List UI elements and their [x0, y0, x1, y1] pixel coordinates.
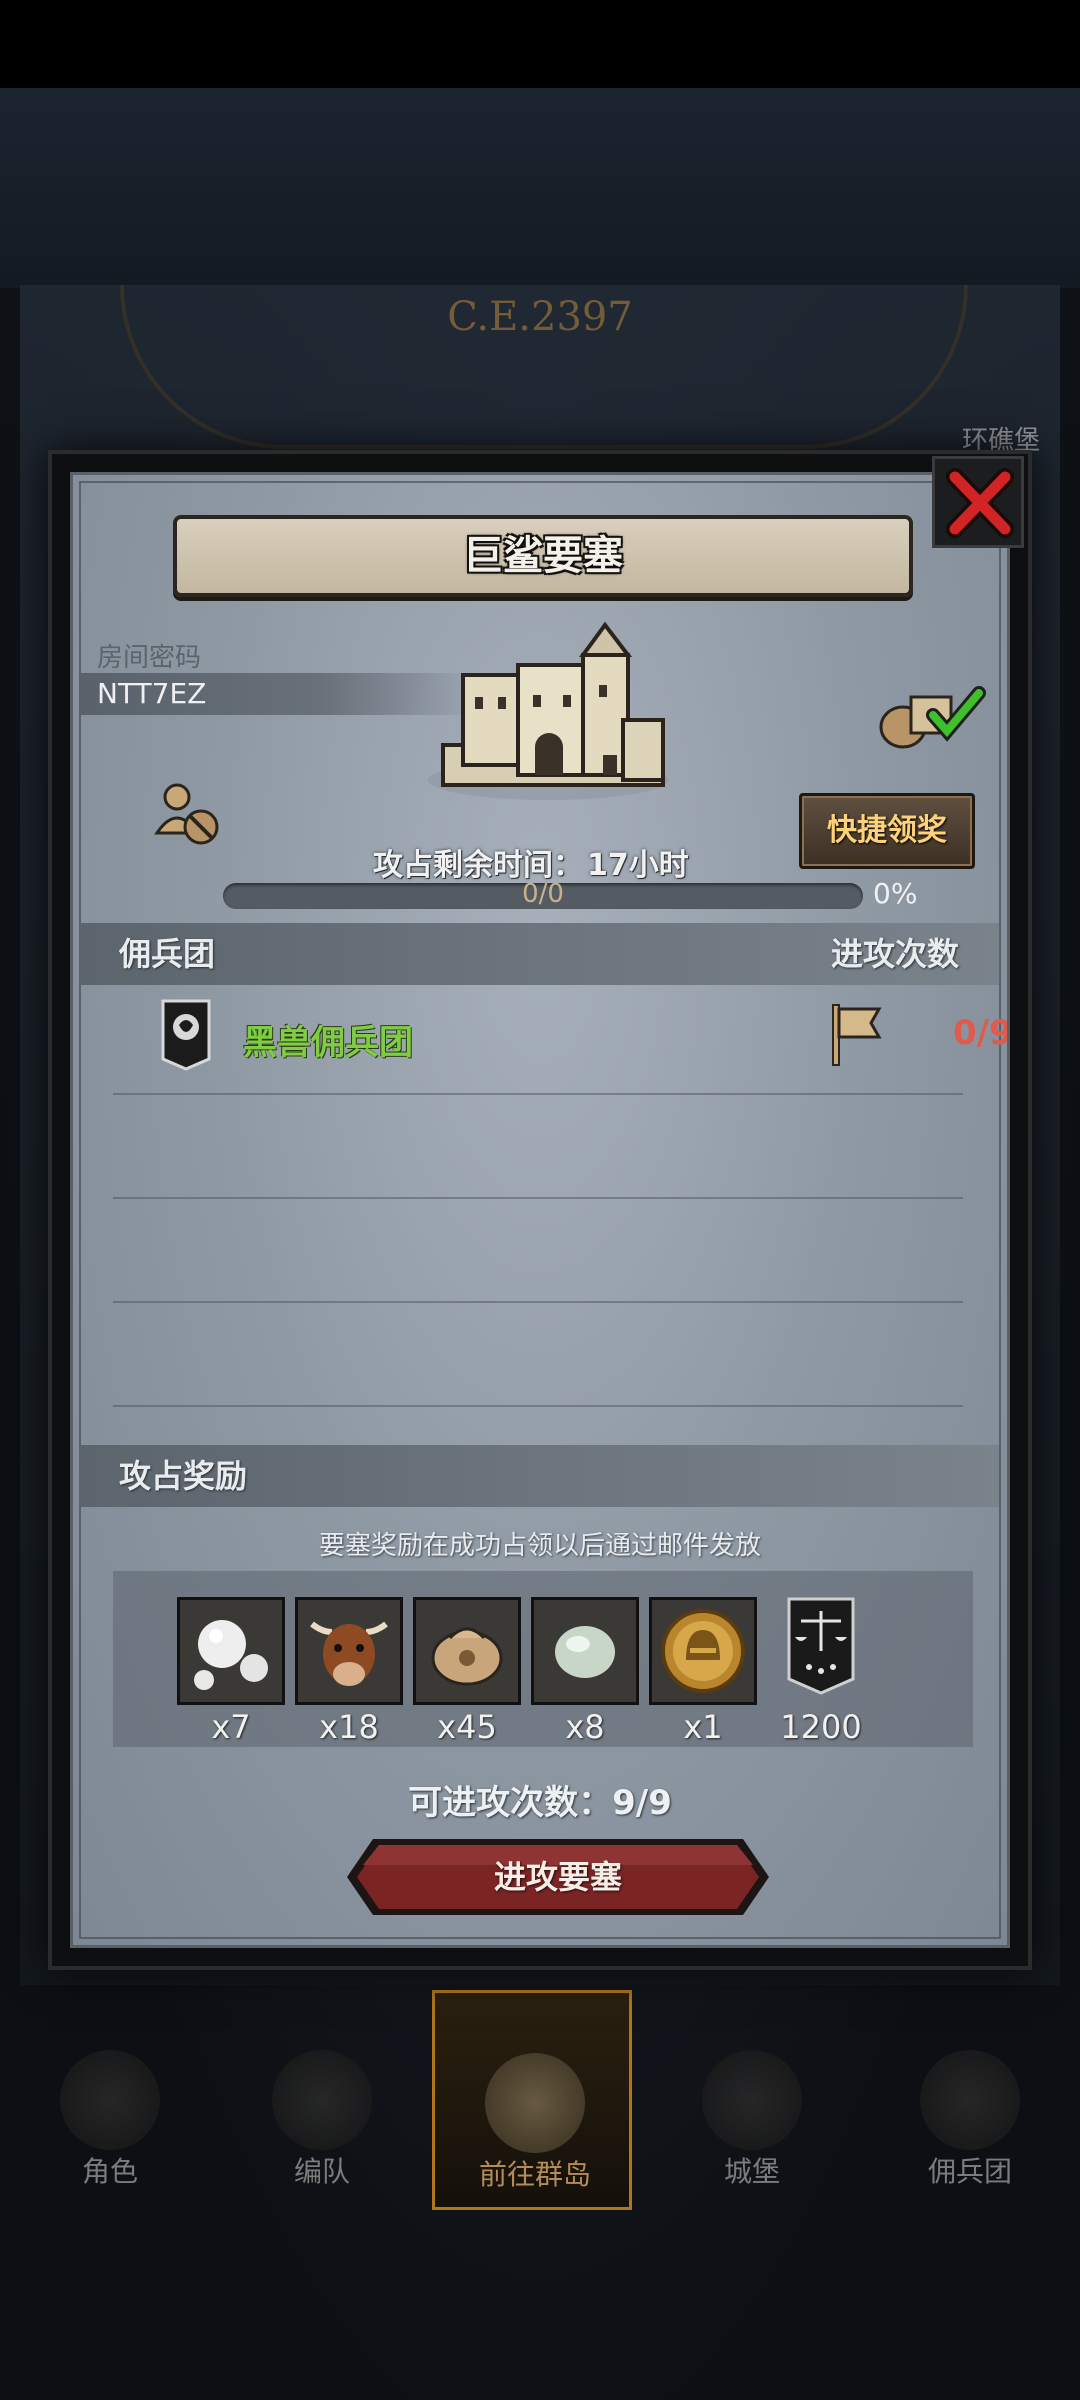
nav-item-formation[interactable]: 编队	[222, 1990, 422, 2210]
quick-claim-label: 快捷领奖	[827, 813, 947, 848]
quick-claim-button[interactable]: 快捷领奖	[799, 793, 975, 869]
rewards-note: 要塞奖励在成功占领以后通过邮件发放	[318, 1531, 761, 1561]
nav-item-mercenary[interactable]: 佣兵团	[870, 1990, 1070, 2210]
row-divider	[113, 1301, 963, 1303]
reward-qty: x1	[683, 1708, 723, 1746]
rewards-list: x7 x18 x45 x8 x1 1200	[113, 1571, 973, 1747]
close-button[interactable]	[932, 456, 1024, 548]
attack-count-header: 进攻次数	[830, 935, 959, 973]
fortress-icon	[428, 621, 668, 800]
attacks-available: 可进攻次数：9/9	[408, 1783, 672, 1823]
castle-nav-icon	[702, 2050, 802, 2150]
row-divider	[113, 1093, 963, 1095]
justice-banner-icon	[787, 1597, 855, 1695]
reward-claimed-icon[interactable]	[873, 675, 993, 755]
mercenary-section-title: 佣兵团	[119, 935, 216, 973]
mercenary-attack-count: 0/9	[953, 1013, 1010, 1053]
mercenary-section-header: 佣兵团 进攻次数	[79, 923, 999, 985]
capture-time-remaining: 攻占剩余时间： 17小时	[373, 840, 689, 884]
progress-text: 0/0	[522, 879, 564, 909]
reward-qty: 1200	[780, 1708, 862, 1746]
room-code-label: 房间密码	[97, 643, 202, 673]
attack-button-label: 进攻要塞	[493, 1858, 622, 1896]
mercenary-emblem-icon	[161, 999, 211, 1071]
dialog-title: 巨鲨要塞	[463, 533, 623, 579]
row-divider	[113, 1197, 963, 1199]
mercenary-nav-icon	[920, 2050, 1020, 2150]
sack-icon	[416, 1600, 518, 1702]
era-label: C.E.2397	[447, 294, 633, 340]
reward-slot	[649, 1597, 757, 1705]
time-left-label: 攻占剩余时间：	[373, 848, 583, 883]
reward-qty: x7	[211, 1708, 251, 1746]
pearl-icon	[180, 1600, 282, 1702]
bottom-nav: 角色 编队 前往群岛 城堡 佣兵团	[0, 1990, 1080, 2210]
nav-label: 角色	[81, 2155, 138, 2188]
nav-item-castle[interactable]: 城堡	[652, 1990, 852, 2210]
reward-slot	[767, 1597, 875, 1705]
title-banner: 巨鲨要塞	[173, 515, 913, 597]
nav-item-character[interactable]: 角色	[10, 1990, 210, 2210]
reward-qty: x18	[319, 1708, 379, 1746]
capture-progress-bar: 0/0	[223, 879, 863, 909]
dialog-body: 巨鲨要塞 房间密码 NTT7EZ 快捷领奖 攻占剩余时间： 17小时 0/0 0…	[70, 472, 1010, 1948]
reward-slot	[413, 1597, 521, 1705]
attack-fortress-button[interactable]: 进攻要塞	[343, 1835, 773, 1919]
reward-qty: x8	[565, 1708, 605, 1746]
row-divider	[113, 1405, 963, 1407]
rewards-section-header: 攻占奖励	[79, 1445, 999, 1507]
mercenary-row[interactable]: 黑兽佣兵团 0/9	[113, 993, 1007, 1089]
time-left-value: 17小时	[587, 848, 689, 883]
stone-icon	[534, 1600, 636, 1702]
reward-slot	[177, 1597, 285, 1705]
no-player-icon[interactable]	[149, 775, 229, 855]
reward-item-pearl[interactable]: x7	[177, 1597, 285, 1749]
fortress-dialog: 巨鲨要塞 房间密码 NTT7EZ 快捷领奖 攻占剩余时间： 17小时 0/0 0…	[48, 450, 1032, 1970]
ox-icon	[298, 1600, 400, 1702]
flag-icon	[832, 1004, 882, 1066]
reward-item-stone[interactable]: x8	[531, 1597, 639, 1749]
reward-item-sack[interactable]: x45	[413, 1597, 521, 1749]
background-header-band	[0, 88, 1080, 288]
status-bar	[0, 0, 1080, 88]
formation-icon	[272, 2050, 372, 2150]
character-icon	[60, 2050, 160, 2150]
reward-item-helmet-coin[interactable]: x1	[649, 1597, 757, 1749]
nav-item-archipelago[interactable]: 前往群岛	[432, 1990, 632, 2210]
rewards-section-title: 攻占奖励	[119, 1457, 248, 1495]
compass-icon	[485, 2053, 585, 2153]
helmet-coin-icon	[652, 1600, 754, 1702]
close-icon	[946, 468, 1014, 538]
mercenary-name: 黑兽佣兵团	[243, 1023, 413, 1063]
nav-label: 编队	[293, 2155, 350, 2188]
reward-item-ox[interactable]: x18	[295, 1597, 403, 1749]
reward-slot	[531, 1597, 639, 1705]
nav-label: 城堡	[723, 2155, 780, 2188]
nav-label: 佣兵团	[927, 2155, 1012, 2188]
reward-slot	[295, 1597, 403, 1705]
reward-item-justice[interactable]: 1200	[767, 1597, 875, 1749]
progress-percent: 0%	[873, 877, 918, 910]
room-code[interactable]: NTT7EZ	[97, 677, 206, 710]
reward-qty: x45	[437, 1708, 497, 1746]
nav-label: 前往群岛	[478, 2158, 591, 2191]
